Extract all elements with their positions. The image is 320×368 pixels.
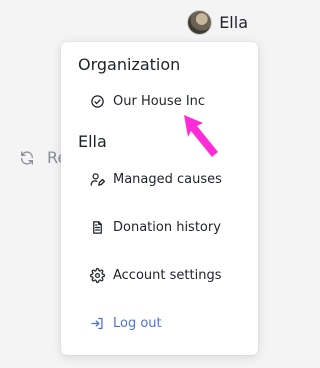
user-dropdown-menu: Organization Our House Inc Ella Managed … [61, 42, 258, 355]
gear-icon [90, 268, 105, 283]
menu-item-account-settings-label: Account settings [113, 268, 222, 283]
check-circle-icon [90, 94, 105, 109]
menu-item-log-out-label: Log out [113, 316, 162, 331]
background-refresh-button[interactable]: Re [19, 148, 67, 167]
user-name: Ella [219, 13, 248, 32]
page: Ella Re Organization Our House Inc Ella [0, 0, 262, 368]
refresh-icon [21, 150, 33, 165]
logout-icon [90, 316, 105, 331]
user-section-header: Ella [78, 132, 107, 151]
organization-header: Organization [78, 55, 181, 74]
menu-item-organization[interactable]: Our House Inc [90, 94, 205, 109]
menu-item-donation-history-label: Donation history [113, 220, 221, 235]
menu-item-managed-causes[interactable]: Managed causes [90, 172, 222, 187]
menu-item-organization-label: Our House Inc [113, 94, 206, 109]
user-avatar [187, 10, 213, 35]
document-icon [90, 220, 105, 235]
menu-item-managed-causes-label: Managed causes [113, 172, 222, 187]
user-menu-toggle[interactable]: Ella [187, 10, 248, 35]
menu-item-account-settings[interactable]: Account settings [90, 268, 221, 283]
menu-item-log-out[interactable]: Log out [90, 316, 162, 331]
user-edit-icon [90, 172, 105, 187]
menu-item-donation-history[interactable]: Donation history [90, 220, 221, 235]
annotation-arrow [184, 115, 218, 157]
